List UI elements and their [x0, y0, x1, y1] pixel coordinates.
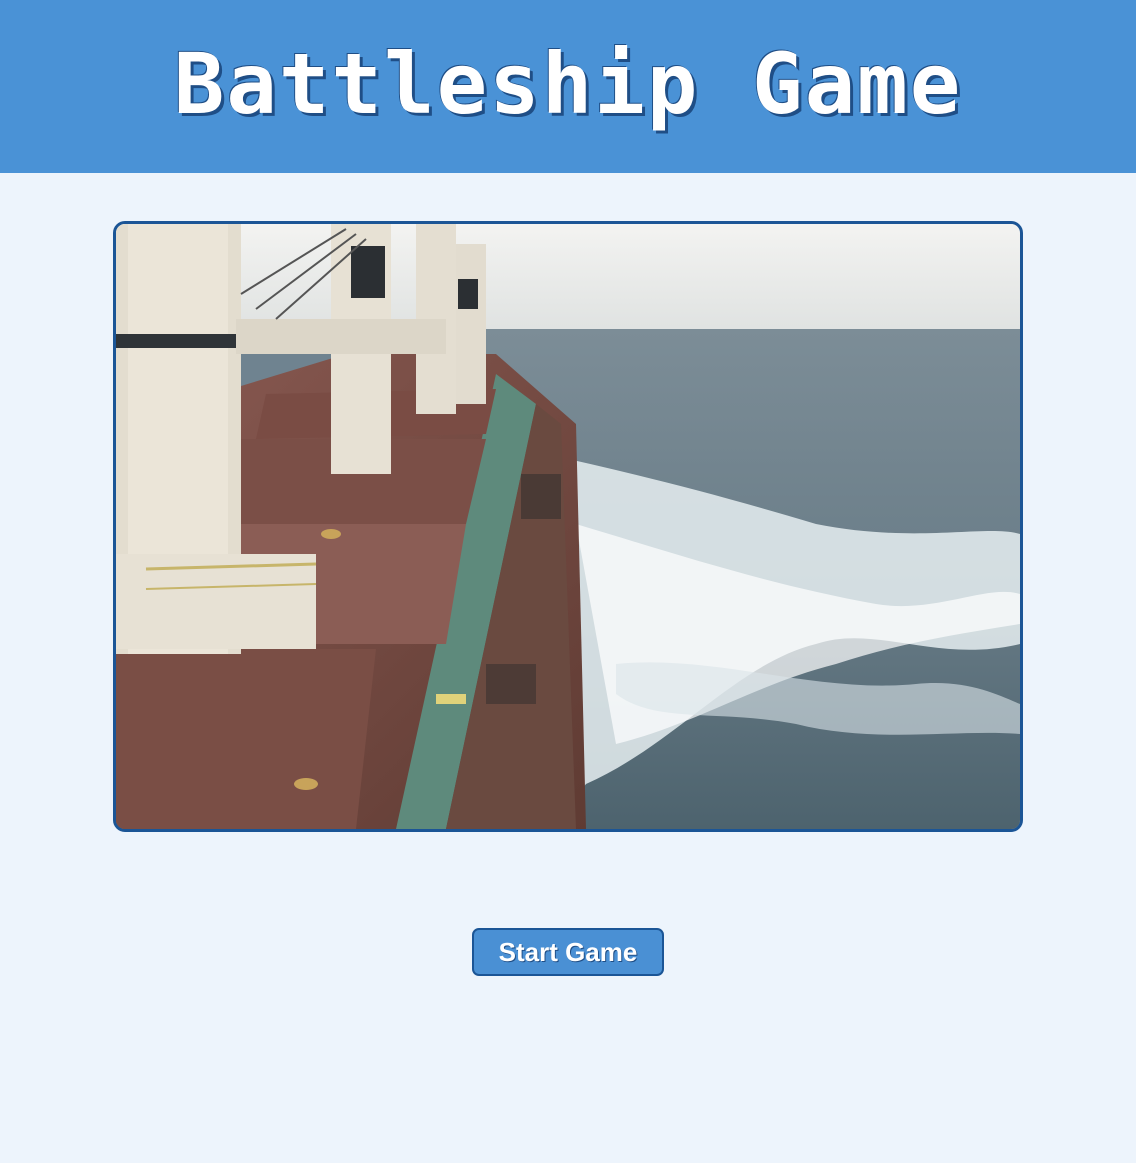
start-game-button[interactable]: Start Game	[472, 928, 664, 976]
header-bar: Battleship Game	[0, 0, 1136, 173]
ship-image	[113, 221, 1023, 832]
ship-at-sea-illustration	[116, 224, 1020, 829]
game-title: Battleship Game	[173, 35, 963, 133]
